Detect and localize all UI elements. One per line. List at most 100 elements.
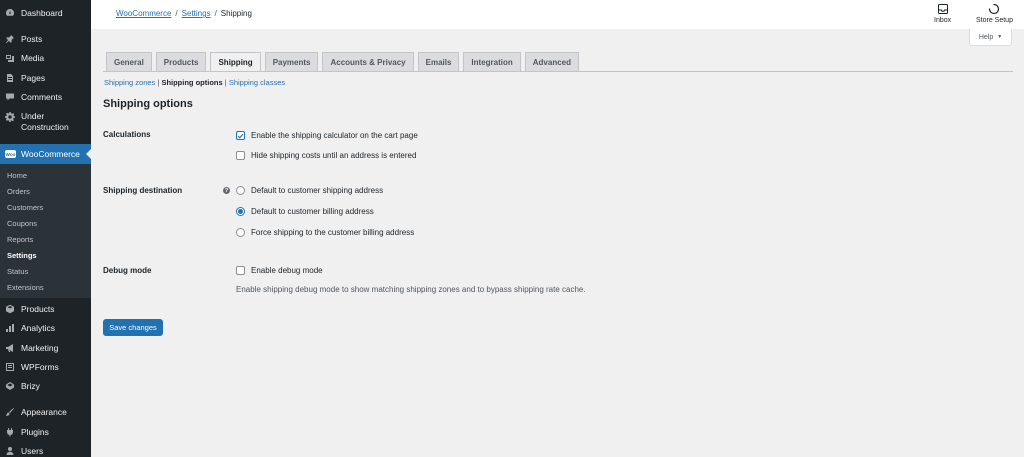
store-setup-button[interactable]: Store Setup bbox=[976, 3, 1013, 24]
sidebar-item-woocommerce[interactable]: Woo WooCommerce bbox=[0, 144, 91, 164]
media-icon bbox=[5, 53, 15, 63]
subnav-separator: | bbox=[224, 78, 227, 87]
inbox-icon bbox=[937, 4, 948, 14]
sidebar-item-comments[interactable]: Comments bbox=[0, 92, 91, 102]
sidebar-item-label: Analytics bbox=[21, 323, 56, 333]
sidebar-item-label: Brizy bbox=[21, 381, 40, 391]
submenu-item-orders[interactable]: Orders bbox=[7, 187, 30, 196]
submenu-item-home[interactable]: Home bbox=[7, 171, 27, 180]
tab-shipping[interactable]: Shipping bbox=[210, 52, 261, 72]
gear-icon bbox=[5, 112, 15, 122]
breadcrumb-settings[interactable]: Settings bbox=[182, 9, 211, 18]
sidebar-item-analytics[interactable]: Analytics bbox=[0, 323, 91, 333]
force-billing-address-radio[interactable]: Force shipping to the customer billing a… bbox=[236, 228, 414, 237]
breadcrumb-current: Shipping bbox=[220, 9, 252, 18]
checkmark-icon bbox=[237, 133, 244, 139]
settings-tabs: General Products Shipping Payments Accou… bbox=[106, 52, 579, 72]
inbox-button[interactable]: Inbox bbox=[934, 3, 951, 24]
enable-debug-mode-checkbox[interactable]: Enable debug mode bbox=[236, 266, 323, 275]
tab-accounts-privacy[interactable]: Accounts & Privacy bbox=[322, 52, 414, 71]
form-icon bbox=[5, 362, 15, 372]
user-icon bbox=[5, 446, 15, 456]
sidebar-item-posts[interactable]: Posts bbox=[0, 34, 91, 44]
help-tip-icon[interactable]: ? bbox=[223, 187, 230, 194]
comment-icon bbox=[5, 92, 15, 102]
tab-products[interactable]: Products bbox=[155, 52, 207, 71]
debug-mode-description: Enable shipping debug mode to show match… bbox=[236, 285, 586, 294]
sidebar-item-wpforms[interactable]: WPForms bbox=[0, 362, 91, 372]
submenu-item-settings[interactable]: Settings bbox=[7, 251, 37, 260]
sidebar-item-appearance[interactable]: Appearance bbox=[0, 407, 91, 417]
plug-icon bbox=[5, 427, 15, 437]
subnav-shipping-classes[interactable]: Shipping classes bbox=[229, 78, 285, 87]
submenu-item-extensions[interactable]: Extensions bbox=[7, 283, 44, 292]
page-icon bbox=[5, 73, 15, 83]
sidebar-item-label: Dashboard bbox=[21, 8, 63, 18]
destination-billing-address-radio[interactable]: Default to customer billing address bbox=[236, 207, 374, 216]
sidebar-item-products[interactable]: Products bbox=[0, 304, 91, 314]
sidebar-item-label: Under Construction bbox=[21, 111, 69, 133]
brizy-icon bbox=[5, 381, 15, 391]
radio-label: Default to customer shipping address bbox=[251, 186, 384, 195]
inbox-label: Inbox bbox=[934, 17, 952, 24]
checkbox-unchecked[interactable] bbox=[236, 151, 245, 160]
sidebar-item-brizy[interactable]: Brizy bbox=[0, 381, 91, 391]
breadcrumb-separator: / bbox=[175, 9, 178, 18]
checkbox-label: Hide shipping costs until an address is … bbox=[251, 151, 417, 160]
checkbox-unchecked[interactable] bbox=[236, 266, 245, 275]
sidebar-item-pages[interactable]: Pages bbox=[0, 73, 91, 83]
subnav-shipping-options[interactable]: Shipping options bbox=[161, 78, 222, 87]
spinner-icon bbox=[989, 3, 1000, 15]
hide-shipping-costs-checkbox[interactable]: Hide shipping costs until an address is … bbox=[236, 151, 416, 160]
enable-shipping-calculator-checkbox[interactable]: Enable the shipping calculator on the ca… bbox=[236, 131, 418, 140]
checkbox-checked[interactable] bbox=[236, 131, 245, 140]
sidebar-item-label-line2: Construction bbox=[21, 122, 69, 132]
breadcrumb-separator: / bbox=[214, 9, 217, 18]
woocommerce-icon: Woo bbox=[5, 150, 16, 158]
brush-icon bbox=[5, 407, 15, 417]
sidebar-item-label: Products bbox=[21, 304, 55, 314]
tab-general[interactable]: General bbox=[106, 52, 152, 71]
sidebar-item-label: Plugins bbox=[21, 427, 49, 437]
sidebar-item-label: Comments bbox=[21, 92, 63, 102]
sidebar-item-marketing[interactable]: Marketing bbox=[0, 343, 91, 353]
tab-integration[interactable]: Integration bbox=[463, 52, 521, 71]
submenu-item-reports[interactable]: Reports bbox=[7, 235, 33, 244]
active-indicator bbox=[86, 149, 91, 159]
tab-payments[interactable]: Payments bbox=[264, 52, 319, 71]
breadcrumb-woocommerce[interactable]: WooCommerce bbox=[116, 9, 171, 18]
sidebar-item-label: Media bbox=[21, 53, 45, 63]
radio-unselected[interactable] bbox=[236, 228, 245, 237]
subnav-separator: | bbox=[157, 78, 160, 87]
sidebar-item-dashboard[interactable]: Dashboard bbox=[0, 8, 91, 18]
pin-icon bbox=[5, 34, 15, 44]
store-setup-label: Store Setup bbox=[976, 17, 1013, 24]
tab-advanced[interactable]: Advanced bbox=[524, 52, 579, 71]
radio-unselected[interactable] bbox=[236, 186, 245, 195]
destination-shipping-address-radio[interactable]: Default to customer shipping address bbox=[236, 186, 383, 195]
radio-selected[interactable] bbox=[236, 207, 245, 216]
help-label: Help bbox=[978, 33, 994, 41]
bar-chart-icon bbox=[5, 323, 15, 333]
submenu-item-customers[interactable]: Customers bbox=[7, 203, 43, 212]
sidebar-item-plugins[interactable]: Plugins bbox=[0, 427, 91, 437]
sidebar-item-label: Pages bbox=[21, 73, 46, 83]
calculations-label: Calculations bbox=[103, 130, 151, 139]
submenu-item-status[interactable]: Status bbox=[7, 267, 28, 276]
save-changes-button[interactable]: Save changes bbox=[103, 319, 163, 336]
box-icon bbox=[5, 304, 15, 314]
sidebar-item-label: Posts bbox=[21, 34, 43, 44]
debug-mode-label: Debug mode bbox=[103, 266, 152, 275]
help-tab-button[interactable]: Help ▼ bbox=[969, 29, 1012, 46]
woocommerce-submenu: Home Orders Customers Coupons Reports Se… bbox=[0, 164, 91, 298]
sidebar-item-label: WooCommerce bbox=[21, 149, 80, 159]
tab-emails[interactable]: Emails bbox=[417, 52, 460, 71]
page-title: Shipping options bbox=[103, 98, 193, 110]
sidebar-item-users[interactable]: Users bbox=[0, 446, 91, 456]
submenu-item-coupons[interactable]: Coupons bbox=[7, 219, 37, 228]
sidebar-item-media[interactable]: Media bbox=[0, 53, 91, 63]
radio-label: Force shipping to the customer billing a… bbox=[251, 228, 415, 237]
subnav-shipping-zones[interactable]: Shipping zones bbox=[104, 78, 155, 87]
shipping-destination-label: Shipping destination bbox=[103, 186, 183, 195]
sidebar-item-under-construction[interactable]: Under Construction bbox=[0, 111, 91, 133]
